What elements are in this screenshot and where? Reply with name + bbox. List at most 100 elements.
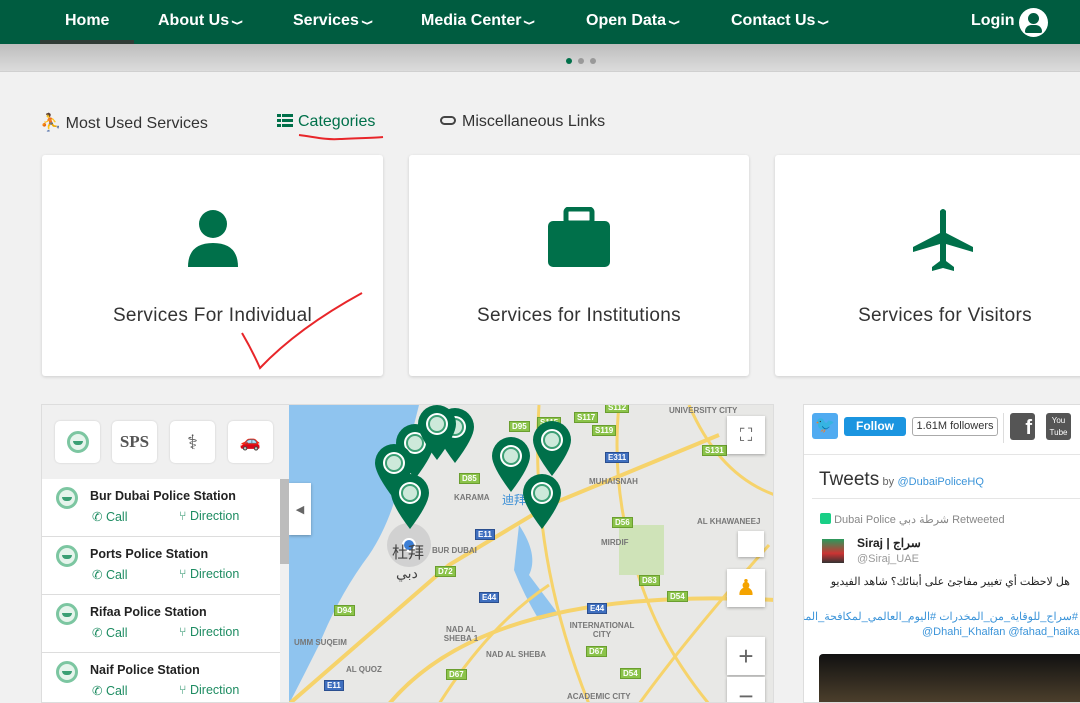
map-label: NAD AL SHEBA 1 — [443, 625, 479, 643]
twitter-icon[interactable]: 🐦 — [812, 413, 838, 439]
list-item[interactable]: Bur Dubai Police Station ✆ Call ⑂ Direct… — [42, 479, 280, 537]
police-emblem-icon — [56, 661, 78, 683]
carousel-dot[interactable] — [590, 58, 596, 64]
direction-label: Direction — [189, 509, 240, 523]
police-station-map-pin[interactable] — [531, 419, 573, 477]
zoom-in-button[interactable]: + — [727, 637, 765, 675]
direction-icon: ⑂ — [179, 625, 190, 639]
police-station-map-pin[interactable] — [521, 472, 563, 530]
nav-home[interactable]: Home — [65, 12, 109, 30]
nav-media-center[interactable]: Media Center ❯ — [421, 12, 535, 30]
tab-categories[interactable]: Categories — [277, 113, 375, 131]
call-label: Call — [105, 568, 128, 582]
tweet-mentions[interactable]: @Dhahi_Khalfan @fahad_haika — [922, 626, 1080, 638]
filter-sps-button[interactable]: SPS — [112, 421, 157, 463]
road-sign: S117 — [574, 412, 599, 423]
filter-accident-button[interactable]: 🚗 — [228, 421, 273, 463]
carousel-dot[interactable] — [578, 58, 584, 64]
card-services-visitors[interactable]: Services for Visitors — [775, 155, 1080, 376]
road-sign: D72 — [435, 566, 456, 577]
call-link[interactable]: ✆ Call — [92, 509, 128, 524]
police-emblem-icon — [56, 545, 78, 567]
retweet-context: Dubai Police شرطة دبي Retweeted — [820, 513, 1005, 526]
filter-row: SPS ⚕ 🚗 — [42, 405, 289, 479]
call-link[interactable]: ✆ Call — [92, 625, 128, 640]
plus-icon: + — [738, 640, 754, 671]
direction-link[interactable]: ⑂ Direction — [179, 625, 239, 639]
author-handle[interactable]: @Siraj_UAE — [857, 553, 919, 565]
nav-contact-us[interactable]: Contact Us ❯ — [731, 12, 829, 30]
direction-icon: ⑂ — [179, 683, 190, 697]
collapse-panel-button[interactable]: ◀ — [289, 483, 311, 535]
card-services-institutions[interactable]: Services for Institutions — [409, 155, 749, 376]
tab-label: Most Used Services — [65, 115, 208, 132]
followers-label: 1.61M followers — [916, 420, 994, 432]
youtube-icon[interactable]: You Tube — [1046, 413, 1071, 440]
handle-link[interactable]: @DubaiPoliceHQ — [898, 476, 984, 488]
hero-carousel — [0, 44, 1080, 72]
tab-miscellaneous-links[interactable]: Miscellaneous Links — [440, 113, 605, 131]
call-link[interactable]: ✆ Call — [92, 567, 128, 582]
nav-label: Open Data — [586, 12, 667, 29]
road-sign: E11 — [475, 529, 495, 540]
station-name: Rifaa Police Station — [90, 605, 207, 619]
list-item[interactable]: Ports Police Station ✆ Call ⑂ Direction — [42, 537, 280, 595]
nav-about-us[interactable]: About Us ❯ — [158, 12, 243, 30]
police-station-map-pin[interactable] — [389, 472, 431, 530]
author-name[interactable]: Siraj | سراج — [857, 536, 921, 550]
nav-label: Media Center — [421, 12, 522, 29]
card-label: Services for Visitors — [858, 305, 1032, 326]
zoom-out-button[interactable]: − — [727, 677, 765, 702]
retweeted-label: Dubai Police شرطة دبي Retweeted — [834, 514, 1005, 526]
filter-police-button[interactable] — [55, 421, 100, 463]
pharmacy-icon: ⚕ — [187, 431, 198, 454]
nav-open-data[interactable]: Open Data ❯ — [586, 12, 680, 30]
list-icon — [277, 114, 293, 127]
phone-icon: ✆ — [92, 626, 106, 640]
facebook-icon[interactable]: f — [1010, 413, 1035, 440]
map-blank-control[interactable] — [738, 531, 764, 557]
direction-link[interactable]: ⑂ Direction — [179, 683, 239, 697]
login-link[interactable]: Login — [971, 12, 1015, 30]
call-label: Call — [105, 510, 128, 524]
road-sign: D56 — [612, 517, 633, 528]
road-sign: D95 — [509, 421, 530, 432]
running-person-icon: ⛹ — [40, 113, 62, 132]
tweets-title: Tweets — [819, 469, 880, 490]
road-sign: S131 — [702, 445, 727, 456]
list-item[interactable]: Rifaa Police Station ✆ Call ⑂ Direction — [42, 595, 280, 653]
user-avatar-icon[interactable] — [1019, 8, 1048, 37]
fullscreen-button[interactable]: ⛶ — [727, 416, 765, 454]
direction-link[interactable]: ⑂ Direction — [179, 509, 239, 523]
police-station-map-pin[interactable] — [416, 405, 458, 461]
map-label: ACADEMIC CITY — [567, 692, 631, 701]
carousel-dot[interactable] — [566, 58, 572, 64]
tab-label: Categories — [298, 113, 376, 130]
filter-pharmacy-button[interactable]: ⚕ — [170, 421, 215, 463]
street-view-pegman[interactable]: ♟ — [727, 569, 765, 607]
road-sign: S119 — [592, 425, 617, 436]
tweet-video[interactable] — [819, 654, 1080, 702]
map-label: 杜拜 — [392, 545, 425, 562]
tab-most-used-services[interactable]: ⛹ Most Used Services — [40, 113, 208, 133]
list-scrollbar[interactable] — [280, 479, 289, 702]
red-underline-annotation — [298, 134, 384, 141]
scrollbar-thumb[interactable] — [280, 479, 289, 564]
card-label: Services for Institutions — [477, 305, 681, 326]
airplane-icon — [913, 209, 973, 271]
direction-link[interactable]: ⑂ Direction — [179, 567, 239, 581]
nav-services[interactable]: Services ❯ — [293, 12, 373, 30]
road-sign: S112 — [605, 405, 630, 413]
tweet-hashtags[interactable]: #سراج_للوقاية_من_المخدرات #اليوم_العالمي… — [804, 610, 1078, 623]
list-item[interactable]: Naif Police Station ✆ Call ⑂ Direction — [42, 653, 280, 702]
nav-label: Contact Us — [731, 12, 816, 29]
call-link[interactable]: ✆ Call — [92, 683, 128, 698]
followers-count[interactable]: 1.61M followers — [912, 417, 998, 436]
follow-button[interactable]: Follow — [844, 417, 906, 436]
station-name: Bur Dubai Police Station — [90, 489, 236, 503]
siraj-avatar[interactable] — [822, 539, 844, 563]
map-view[interactable]: UNIVERSITY CITY MUHAISNAH AL KHAWANEEJ M… — [289, 405, 773, 702]
nav-label: Services — [293, 12, 359, 29]
sps-label: SPS — [119, 432, 150, 451]
call-label: Call — [105, 684, 128, 698]
